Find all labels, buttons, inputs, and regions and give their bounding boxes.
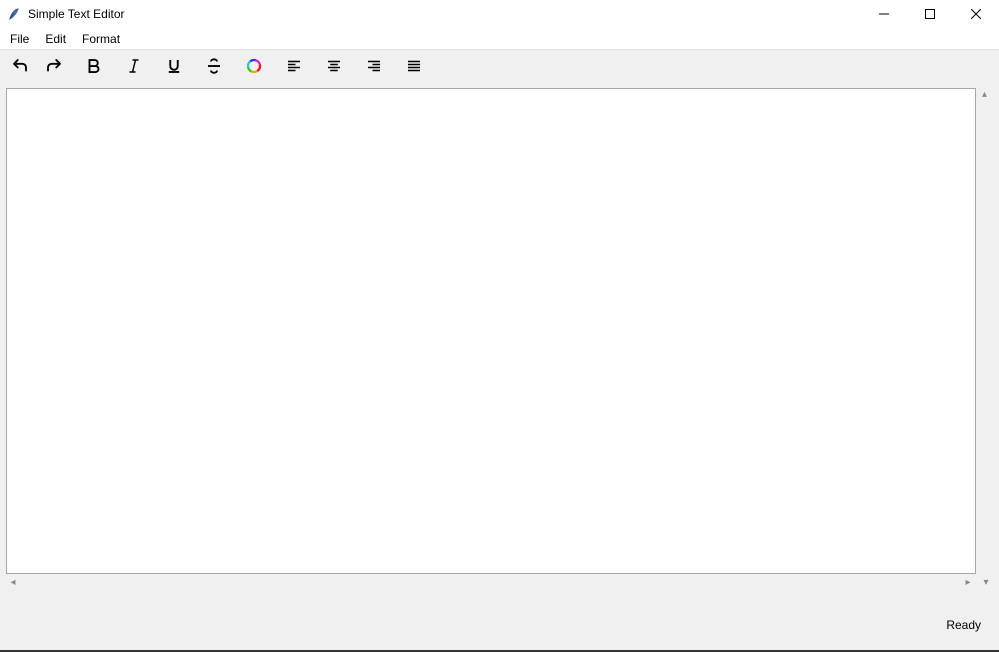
strikethrough-icon (205, 57, 223, 75)
scroll-left-icon[interactable]: ◂ (6, 577, 20, 588)
align-justify-icon (405, 57, 423, 75)
bold-button[interactable] (80, 54, 108, 78)
align-center-button[interactable] (320, 54, 348, 78)
window-controls (861, 0, 999, 28)
scroll-down-icon[interactable]: ▾ (979, 577, 993, 588)
align-left-button[interactable] (280, 54, 308, 78)
menu-edit[interactable]: Edit (37, 30, 74, 48)
editor-area: ▴ (0, 82, 999, 574)
bold-icon (85, 57, 103, 75)
vertical-scrollbar[interactable]: ▴ (976, 88, 993, 574)
scroll-right-icon[interactable]: ▸ (961, 577, 975, 588)
align-right-button[interactable] (360, 54, 388, 78)
undo-icon (11, 57, 29, 75)
align-justify-button[interactable] (400, 54, 428, 78)
scroll-up-icon[interactable]: ▴ (982, 88, 987, 102)
strikethrough-button[interactable] (200, 54, 228, 78)
menu-format[interactable]: Format (74, 30, 128, 48)
align-center-icon (325, 57, 343, 75)
redo-icon (45, 57, 63, 75)
status-bar: Ready (0, 591, 999, 650)
toolbar (0, 50, 999, 82)
text-editor[interactable] (6, 88, 976, 574)
window-title: Simple Text Editor (28, 7, 125, 21)
minimize-button[interactable] (861, 0, 907, 28)
align-left-icon (285, 57, 303, 75)
titlebar: Simple Text Editor (0, 0, 999, 28)
underline-button[interactable] (160, 54, 188, 78)
undo-button[interactable] (6, 54, 34, 78)
italic-icon (125, 57, 143, 75)
align-right-icon (365, 57, 383, 75)
app-feather-icon (6, 6, 22, 22)
color-wheel-icon (245, 57, 263, 75)
color-button[interactable] (240, 54, 268, 78)
maximize-button[interactable] (907, 0, 953, 28)
horizontal-scrollbar[interactable]: ◂ ▸ ▾ (0, 574, 999, 591)
redo-button[interactable] (40, 54, 68, 78)
italic-button[interactable] (120, 54, 148, 78)
close-button[interactable] (953, 0, 999, 28)
underline-icon (165, 57, 183, 75)
menu-file[interactable]: File (2, 30, 37, 48)
menubar: File Edit Format (0, 28, 999, 50)
status-text: Ready (946, 618, 981, 632)
